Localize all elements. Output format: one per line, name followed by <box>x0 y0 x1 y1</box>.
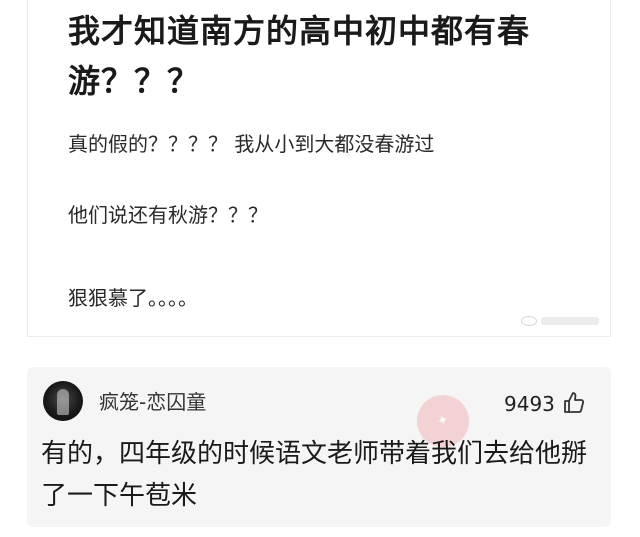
weibo-icon <box>521 316 537 326</box>
avatar-figure <box>57 389 69 415</box>
post-line-3: 狠狠慕了。。。。 <box>68 286 198 310</box>
page: 我才知道南方的高中初中都有春游？？？ 真的假的？？？？ 我从小到大都没春游过 他… <box>0 0 640 537</box>
comment-card: 疯笼-恋囚童 ✦ 9493 有的，四年级的时候语文老师带着我们去给他掰了一下午苞… <box>27 367 611 527</box>
thumbs-up-icon[interactable] <box>562 391 586 415</box>
comment-text: 有的，四年级的时候语文老师带着我们去给他掰了一下午苞米 <box>41 439 588 511</box>
post-line-1: 真的假的？？？？ 我从小到大都没春游过 <box>68 132 435 156</box>
watermark <box>521 316 599 326</box>
watermark-blur <box>541 317 599 325</box>
post-line-2: 他们说还有秋游？？？ <box>68 203 268 227</box>
stamp-mark: ✦ <box>434 411 452 431</box>
like-count: 9493 <box>504 392 555 416</box>
post-card: 我才知道南方的高中初中都有春游？？？ 真的假的？？？？ 我从小到大都没春游过 他… <box>27 0 611 337</box>
avatar[interactable] <box>43 381 83 421</box>
post-title: 我才知道南方的高中初中都有春游？？？ <box>68 12 531 100</box>
comment-username[interactable]: 疯笼-恋囚童 <box>99 389 206 415</box>
